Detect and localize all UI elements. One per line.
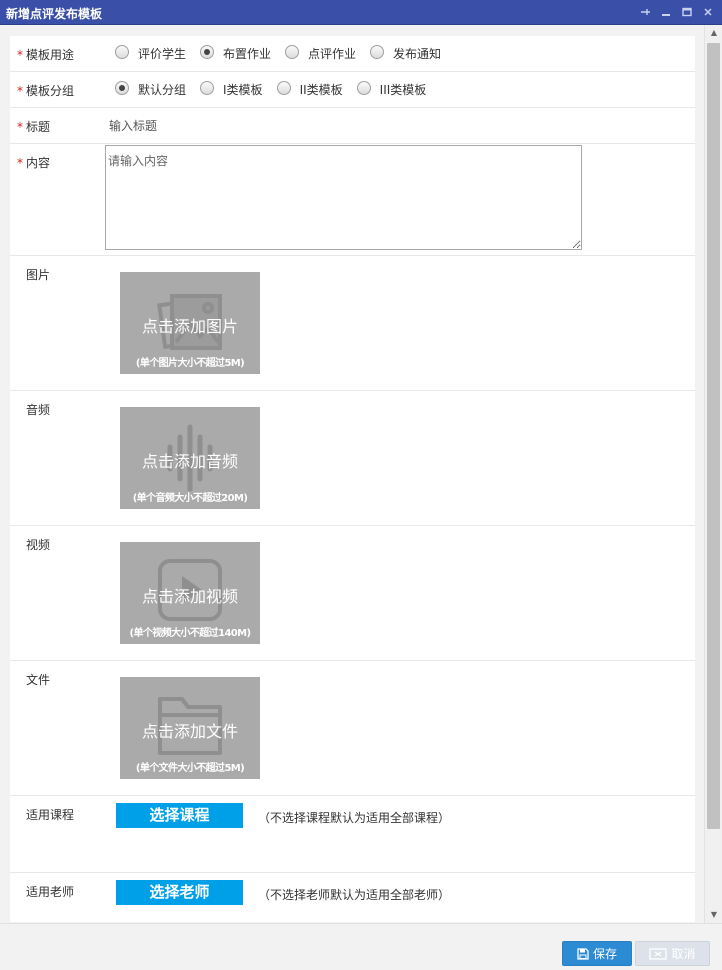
title-input[interactable] [105, 115, 575, 137]
window-titlebar: 新增点评发布模板 [0, 0, 722, 25]
select-course-button[interactable]: 选择课程 [116, 803, 243, 828]
file-row: 文件 点击添加文件 (单个文件大小不超过5M) [10, 661, 695, 796]
content-textarea[interactable] [105, 145, 582, 250]
image-row: 图片 点击添加图片 (单个图片大小不超过5M) [10, 256, 695, 391]
radio-button[interactable] [285, 44, 300, 59]
window-controls [639, 6, 714, 18]
usage-option-notice[interactable]: 发布通知 [370, 43, 441, 61]
audio-label: 音频 [26, 403, 51, 417]
course-label: 适用课程 [26, 808, 75, 822]
add-image-label: 点击添加图片 [141, 317, 238, 336]
scroll-down-arrow-icon[interactable]: ▼ [708, 909, 720, 921]
save-icon [577, 947, 589, 960]
group-option-class-2[interactable]: II类模板 [276, 79, 343, 97]
vertical-scrollbar[interactable]: ▲ ▼ [704, 25, 722, 923]
usage-label: * 模板用途 [17, 48, 75, 62]
video-size-hint: (单个视频大小不超过140M) [129, 628, 252, 639]
course-hint: （不选择课程默认为适用全部课程） [258, 811, 451, 825]
video-label: 视频 [26, 538, 51, 552]
pin-icon[interactable] [639, 6, 651, 18]
image-size-hint: (单个图片大小不超过5M) [135, 358, 245, 369]
required-mark: * [17, 156, 23, 170]
radio-button-checked[interactable] [200, 44, 215, 59]
add-video-label: 点击添加视频 [141, 587, 238, 606]
add-image-button[interactable]: 点击添加图片 (单个图片大小不超过5M) [120, 272, 260, 374]
title-row: * 标题 [10, 108, 695, 144]
required-mark: * [17, 84, 23, 98]
required-mark: * [17, 120, 23, 134]
radio-button[interactable] [276, 80, 291, 95]
form-panel: * 模板用途 评价学生 布置作业 点评作业 发布通知 * 模板分组 默认分组 I类模… [10, 36, 695, 922]
close-icon[interactable] [702, 6, 714, 18]
video-row: 视频 点击添加视频 (单个视频大小不超过140M) [10, 526, 695, 661]
usage-option-evaluate[interactable]: 评价学生 [115, 43, 186, 61]
select-teacher-button[interactable]: 选择老师 [116, 880, 243, 905]
add-audio-button[interactable]: 点击添加音频 (单个音频大小不超过20M) [120, 407, 260, 509]
dialog-footer: 保存 取消 [0, 923, 722, 970]
add-file-label: 点击添加文件 [141, 722, 238, 741]
radio-button[interactable] [115, 44, 129, 59]
group-option-default[interactable]: 默认分组 [115, 79, 186, 97]
scrollbar-thumb[interactable] [707, 43, 720, 829]
radio-button-checked[interactable] [115, 80, 129, 95]
add-video-button[interactable]: 点击添加视频 (单个视频大小不超过140M) [120, 542, 260, 644]
group-row: * 模板分组 默认分组 I类模板 II类模板 III类模板 [10, 72, 695, 108]
usage-option-review[interactable]: 点评作业 [285, 43, 356, 61]
cancel-button[interactable]: 取消 [635, 941, 710, 966]
content-label: * 内容 [17, 156, 51, 170]
usage-row: * 模板用途 评价学生 布置作业 点评作业 发布通知 [10, 36, 695, 72]
radio-button[interactable] [370, 44, 385, 59]
title-label: * 标题 [17, 120, 51, 134]
group-label: * 模板分组 [17, 84, 75, 98]
radio-button[interactable] [356, 80, 371, 95]
radio-button[interactable] [200, 80, 215, 95]
file-size-hint: (单个文件大小不超过5M) [135, 763, 245, 774]
maximize-icon[interactable] [681, 6, 693, 18]
scroll-up-arrow-icon[interactable]: ▲ [708, 27, 720, 39]
audio-row: 音频 点击添加音频 (单个音频大小不超过20M) [10, 391, 695, 526]
window-title: 新增点评发布模板 [6, 7, 103, 21]
save-button[interactable]: 保存 [562, 941, 632, 966]
minimize-icon[interactable] [660, 6, 672, 18]
cancel-label: 取消 [671, 947, 696, 961]
usage-radio-group: 评价学生 布置作业 点评作业 发布通知 [115, 43, 455, 61]
add-file-button[interactable]: 点击添加文件 (单个文件大小不超过5M) [120, 677, 260, 779]
content-row: * 内容 [10, 144, 695, 256]
file-label: 文件 [26, 673, 51, 687]
audio-size-hint: (单个音频大小不超过20M) [132, 493, 248, 504]
cancel-icon [649, 947, 668, 960]
teacher-label: 适用老师 [26, 885, 75, 899]
usage-option-homework[interactable]: 布置作业 [200, 43, 271, 61]
required-mark: * [17, 48, 23, 62]
course-row: 适用课程 选择课程 （不选择课程默认为适用全部课程） [10, 796, 695, 873]
add-audio-label: 点击添加音频 [141, 452, 238, 471]
group-option-class-1[interactable]: I类模板 [200, 79, 263, 97]
image-label: 图片 [26, 268, 51, 282]
teacher-hint: （不选择老师默认为适用全部老师） [258, 888, 451, 902]
group-option-class-3[interactable]: III类模板 [356, 79, 426, 97]
teacher-row: 适用老师 选择老师 （不选择老师默认为适用全部老师） [10, 873, 695, 922]
group-radio-group: 默认分组 I类模板 II类模板 III类模板 [115, 79, 440, 97]
save-label: 保存 [592, 947, 617, 961]
